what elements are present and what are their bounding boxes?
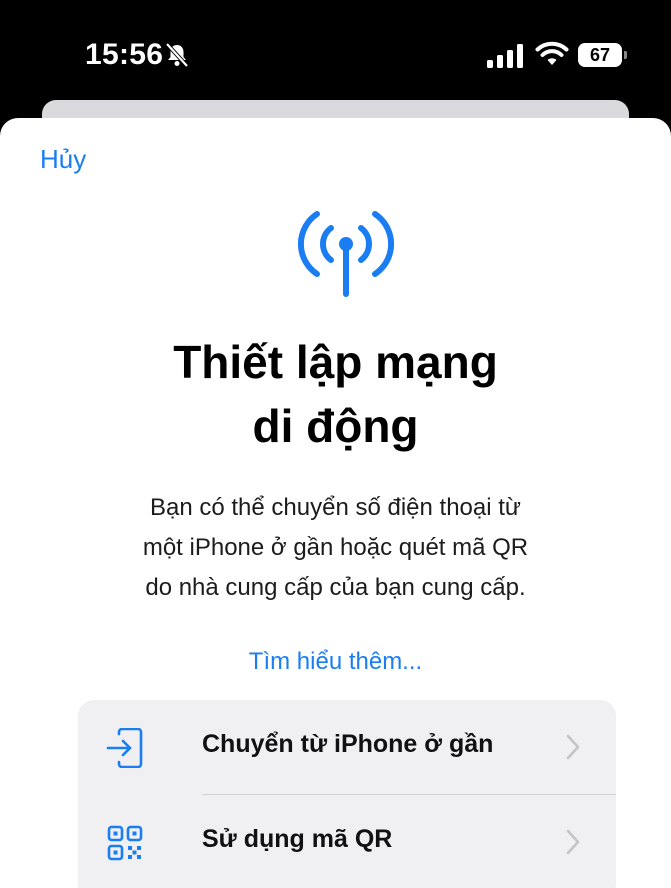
option-use-qr-code[interactable]: Sử dụng mã QR	[78, 795, 616, 888]
option-label: Chuyển từ iPhone ở gần	[202, 730, 494, 758]
qr-code-icon	[107, 825, 143, 861]
cellular-signal-icon	[487, 44, 523, 68]
description-line: một iPhone ở gần hoặc quét mã QR	[142, 534, 529, 561]
option-label: Sử dụng mã QR	[202, 825, 393, 853]
page-title: Thiết lập mạng di động	[40, 330, 631, 458]
title-line: di động	[252, 400, 419, 452]
option-transfer-from-nearby-iphone[interactable]: Chuyển từ iPhone ở gần	[78, 700, 616, 795]
bell-slash-icon	[165, 42, 189, 68]
transfer-in-icon	[106, 728, 143, 768]
chevron-right-icon	[566, 734, 580, 760]
options-list: Chuyển từ iPhone ở gần Sử dụng mã QR	[78, 700, 616, 888]
battery-icon: 67	[578, 43, 628, 67]
battery-cap	[624, 51, 627, 59]
status-bar: 15:56 67	[0, 0, 671, 100]
cellular-antenna-icon	[297, 211, 395, 297]
title-line: Thiết lập mạng	[173, 336, 498, 388]
cancel-button[interactable]: Hủy	[40, 144, 86, 175]
description-line: Bạn có thể chuyển số điện thoại từ	[150, 494, 521, 521]
description-line: do nhà cung cấp của bạn cung cấp.	[145, 574, 526, 601]
wifi-icon	[535, 41, 569, 65]
chevron-right-icon	[566, 829, 580, 855]
battery-level: 67	[589, 45, 611, 65]
description: Bạn có thể chuyển số điện thoại từ một i…	[70, 488, 601, 608]
screen: 15:56 67 Hủy Thiết lập mạng di động Bạn …	[0, 0, 671, 888]
cellular-setup-sheet: Hủy Thiết lập mạng di động Bạn có thể ch…	[0, 118, 671, 888]
status-time: 15:56	[85, 38, 164, 71]
learn-more-link[interactable]: Tìm hiểu thêm...	[0, 648, 671, 676]
